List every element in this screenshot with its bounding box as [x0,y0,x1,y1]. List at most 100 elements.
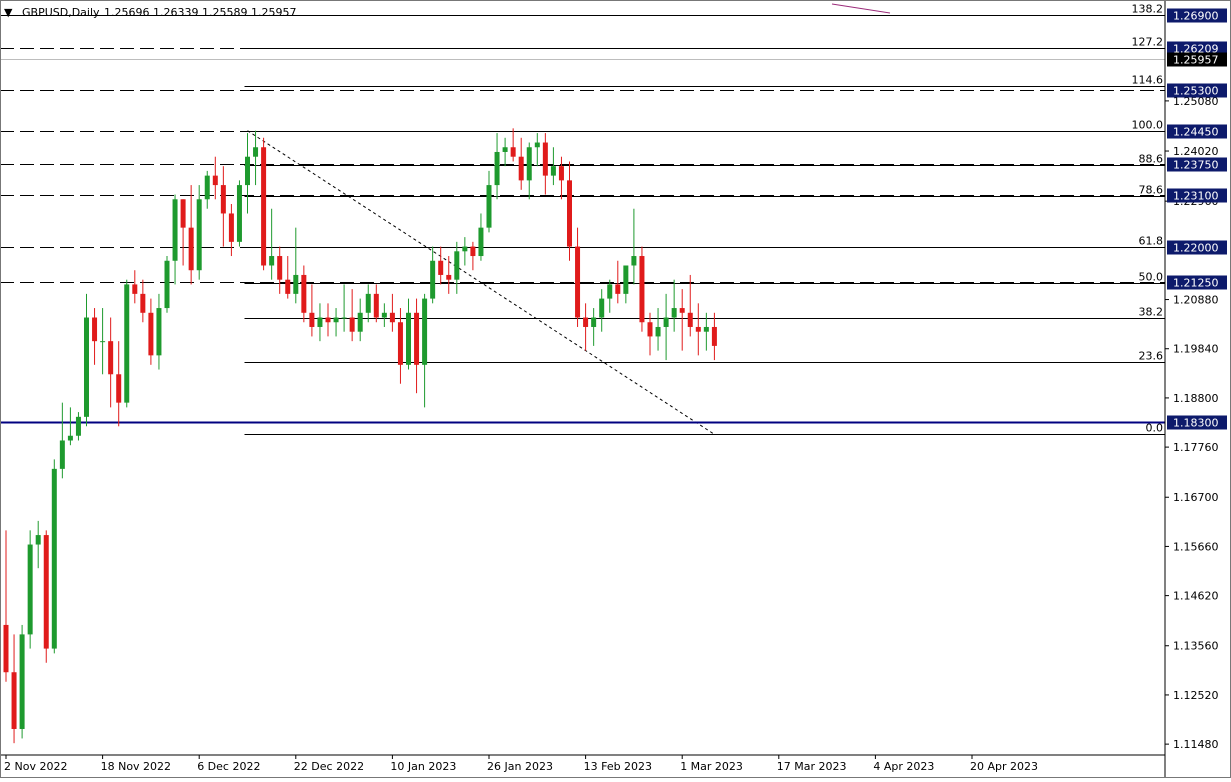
bull-candle-body [365,293,371,313]
bull-candle-body [196,199,202,271]
bull-candle-body [599,298,605,318]
bull-candle-body [236,185,242,242]
level-price-label: 1.22000 [1173,242,1219,255]
bear-candle-body [220,185,226,214]
bear-candle-body [695,326,701,332]
bear-candle-body [349,317,355,332]
bull-candle-body [703,326,709,332]
bull-candle-body [75,416,81,436]
price-tick-label: 1.17760 [1173,441,1219,454]
bull-candle-body [663,317,669,327]
bear-candle-body [285,279,291,294]
level-price-label: 1.24450 [1173,126,1219,139]
bull-candle-body [156,308,162,356]
bull-candle-body [317,317,323,327]
time-tick-label: 18 Nov 2022 [101,760,171,773]
bear-candle-body [510,147,516,157]
bear-candle-body [212,175,218,186]
bull-candle-body [655,326,661,337]
level-price-label: 1.21250 [1173,277,1219,290]
bull-candle-body [341,317,347,319]
bull-candle-body [269,256,275,266]
bull-candle-body [51,468,57,649]
fib-level-label: 38.2 [1139,306,1164,319]
fib-level-label: 114.6 [1132,74,1164,87]
fib-level-label: 23.6 [1139,350,1164,363]
bear-candle-body [309,312,315,327]
bull-candle-body [406,312,411,365]
chart-area[interactable]: ▼ GBPUSD,Daily 1.25696 1.26339 1.25589 1… [0,0,1231,778]
level-price-label: 1.18300 [1173,417,1219,430]
bull-candle-body [172,199,178,261]
bull-candle-body [253,147,259,157]
bear-candle-body [558,166,564,181]
bull-candle-body [591,317,597,327]
time-tick-label: 26 Jan 2023 [487,760,553,773]
bear-candle-body [389,312,395,323]
bull-candle-body [293,274,299,294]
time-tick-label: 1 Mar 2023 [680,760,743,773]
bull-candle-body [204,175,210,200]
bear-candle-body [518,156,524,181]
time-tick-label: 22 Dec 2022 [294,760,364,773]
price-tick-label: 1.16700 [1173,491,1219,504]
bull-candle-body [550,166,556,176]
bull-candle-body [100,341,106,343]
bear-candle-body [11,672,17,729]
bull-candle-body [534,142,540,148]
bear-candle-body [567,180,572,247]
time-tick-label: 2 Nov 2022 [4,760,67,773]
bear-candle-body [228,213,234,242]
bull-candle-body [19,634,25,729]
price-tick-label: 1.11480 [1173,738,1219,751]
bear-candle-body [261,147,267,266]
price-tick-label: 1.24020 [1173,145,1219,158]
price-tick-label: 1.19840 [1173,343,1219,356]
bear-candle-body [446,274,452,280]
current-price-label: 1.25957 [1173,54,1219,67]
level-price-label: 1.26900 [1173,10,1219,23]
fib-level-label: 78.6 [1139,184,1164,197]
header-symbol: GBPUSD,Daily [22,6,100,19]
bear-candle-body [277,256,283,280]
time-tick-label: 4 Apr 2023 [873,760,934,773]
chart-svg[interactable]: ▼ GBPUSD,Daily 1.25696 1.26339 1.25589 1… [0,0,1231,778]
bear-candle-body [92,317,98,342]
header-ohlc: 1.25696 1.26339 1.25589 1.25957 [104,6,296,19]
chart-background [0,0,1231,778]
bull-candle-body [35,535,41,545]
bear-candle-body [679,308,685,313]
price-tick-label: 1.15660 [1173,540,1219,553]
bull-candle-body [27,544,33,635]
bull-candle-body [462,246,468,252]
bear-candle-body [647,322,653,337]
bull-candle-body [430,260,436,299]
bear-candle-body [470,246,476,257]
fib-level-label: 50.0 [1139,271,1164,284]
bear-candle-body [711,326,717,346]
bull-candle-body [454,251,460,280]
bear-candle-body [108,341,114,375]
bull-candle-body [494,151,500,186]
bear-candle-body [397,322,403,365]
bull-candle-body [59,440,65,469]
bull-candle-body [84,317,89,417]
bear-candle-body [687,312,693,327]
fib-level-label: 100.0 [1132,119,1164,132]
fib-level-label: 61.8 [1139,235,1164,248]
fib-level-label: 127.2 [1132,36,1164,49]
bull-candle-body [164,260,170,309]
fib-level-label: 138.2 [1132,3,1164,16]
bear-candle-body [116,374,122,403]
bear-candle-body [43,535,49,649]
bear-candle-body [639,256,645,323]
bear-candle-body [615,284,621,294]
bull-candle-body [607,284,613,299]
level-price-label: 1.23750 [1173,159,1219,172]
bull-candle-body [631,256,637,266]
price-tick-label: 1.12520 [1173,689,1219,702]
bull-candle-body [526,147,532,181]
bull-candle-body [502,147,508,152]
bear-candle-body [180,199,186,228]
bear-candle-body [583,317,589,327]
